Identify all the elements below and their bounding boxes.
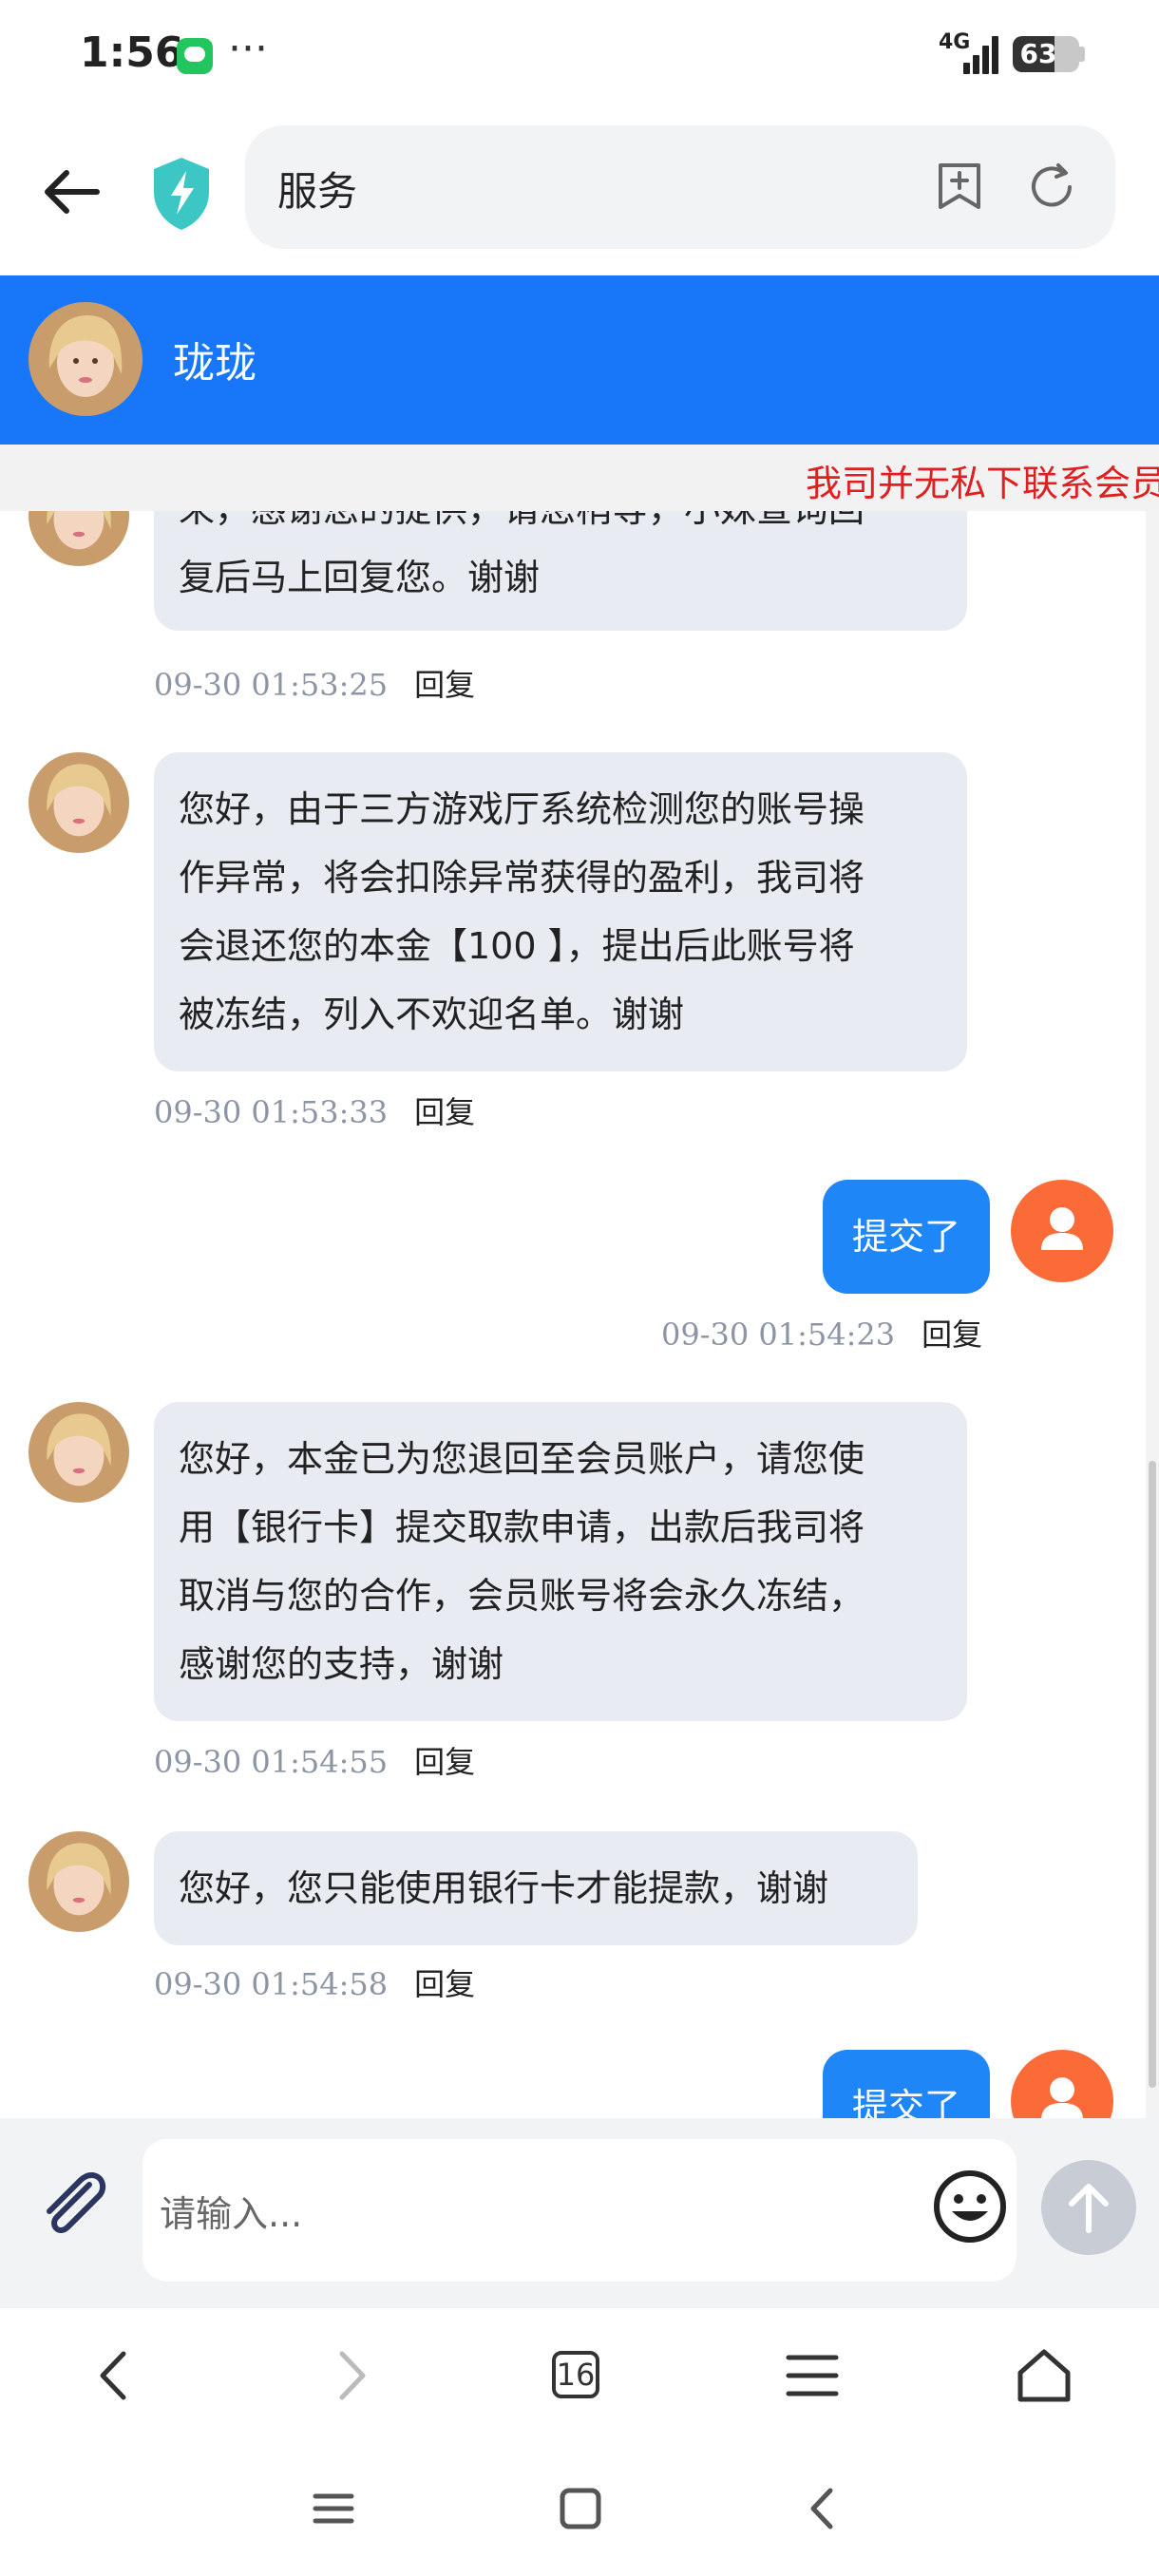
- message-line: 来，感谢您的提供，请您稍等，小妹查询回: [179, 511, 942, 543]
- notice-text: 我司并无私下联系会员: [806, 463, 1159, 504]
- message-line: 感谢您的支持，谢谢: [179, 1643, 504, 1685]
- message-line: 会退还您的本金【100 】，提出后此账号将: [179, 925, 855, 967]
- browser-address-bar: 服务: [0, 114, 1159, 275]
- agent-name: 珑珑: [173, 339, 256, 388]
- message-time: 09-30 01:53:25: [154, 667, 389, 703]
- composer: 请输入...: [0, 2118, 1159, 2308]
- reply-link[interactable]: 回复: [414, 1094, 475, 1130]
- user-message: 提交了: [823, 2050, 990, 2118]
- chevron-right-icon[interactable]: [317, 2342, 384, 2409]
- menu-icon[interactable]: [779, 2342, 846, 2409]
- message-meta: 09-30 01:54:55 回复: [154, 1738, 475, 1782]
- signal-icon: [963, 34, 1001, 74]
- agent-message: 您好，本金已为您退回至会员账户，请您使 用【银行卡】提交取款申请，出款后我司将 …: [154, 1402, 967, 1721]
- message-line: 用【银行卡】提交取款申请，出款后我司将: [179, 1506, 865, 1548]
- send-button[interactable]: [1041, 2160, 1136, 2255]
- message-list[interactable]: 来，感谢您的提供，请您稍等，小妹查询回 复后马上回复您。谢谢 09-30 01:…: [0, 511, 1159, 2118]
- message-line: 复后马上回复您。谢谢: [179, 557, 541, 598]
- tabs-button[interactable]: 16: [551, 2350, 600, 2399]
- user-avatar: [1011, 2050, 1113, 2118]
- message-line: 取消与您的合作，会员账号将会永久冻结，: [179, 1575, 865, 1617]
- message-time: 09-30 01:54:23: [661, 1316, 896, 1353]
- agent-message: 来，感谢您的提供，请您稍等，小妹查询回 复后马上回复您。谢谢: [154, 511, 967, 631]
- agent-avatar: [28, 1831, 129, 1932]
- message-time: 09-30 01:54:55: [154, 1744, 389, 1780]
- url-field[interactable]: 服务: [245, 125, 1115, 249]
- arrow-up-icon: [1069, 2184, 1109, 2233]
- message-meta: 09-30 01:54:58 回复: [154, 1960, 475, 2004]
- system-nav-bar: [0, 2441, 1159, 2576]
- message-line: 被冻结，列入不欢迎名单。谢谢: [179, 994, 685, 1035]
- message-line: 作异常，将会扣除异常获得的盈利，我司将: [179, 857, 865, 899]
- bookmark-add-icon[interactable]: [933, 160, 986, 213]
- notice-bar: 我司并无私下联系会员: [0, 445, 1159, 511]
- message-meta: 09-30 01:53:33 回复: [154, 1089, 475, 1132]
- agent-message: 您好，由于三方游戏厅系统检测您的账号操 作异常，将会扣除异常获得的盈利，我司将 …: [154, 752, 967, 1071]
- status-time: 1:56: [80, 28, 184, 77]
- message-meta: 09-30 01:54:23 回复: [661, 1311, 982, 1354]
- smiley-icon[interactable]: [931, 2168, 1009, 2245]
- status-bar: 1:56 ··· 4G 63: [0, 0, 1159, 114]
- agent-avatar: [28, 302, 142, 416]
- scrollbar-thumb[interactable]: [1149, 1461, 1156, 2088]
- reply-link[interactable]: 回复: [922, 1316, 982, 1353]
- reply-link[interactable]: 回复: [414, 667, 475, 703]
- agent-avatar: [28, 1402, 129, 1503]
- message-time: 09-30 01:54:58: [154, 1966, 389, 2002]
- battery-icon: 63: [1013, 36, 1079, 72]
- message-line: 您好，本金已为您退回至会员账户，请您使: [179, 1438, 865, 1480]
- back-arrow-icon[interactable]: [38, 158, 106, 226]
- agent-avatar: [28, 511, 129, 566]
- scrollbar[interactable]: [1146, 511, 1159, 2118]
- shield-bolt-icon[interactable]: [148, 154, 215, 232]
- battery-tip: [1079, 47, 1085, 62]
- messages-notification-icon: [177, 38, 213, 74]
- user-message: 提交了: [823, 1180, 990, 1294]
- agent-message: 您好，您只能使用银行卡才能提款，谢谢: [154, 1831, 918, 1945]
- tabs-count: 16: [556, 2357, 596, 2393]
- reply-link[interactable]: 回复: [414, 1744, 475, 1780]
- message-input[interactable]: 请输入...: [142, 2139, 1016, 2282]
- chevron-left-icon[interactable]: [82, 2342, 148, 2409]
- message-line: 您好，由于三方游戏厅系统检测您的账号操: [179, 788, 865, 830]
- agent-avatar: [28, 752, 129, 853]
- more-notifications-icon: ···: [228, 25, 268, 73]
- reload-icon[interactable]: [1024, 160, 1079, 215]
- reply-link[interactable]: 回复: [414, 1966, 475, 2002]
- paperclip-icon[interactable]: [32, 2162, 116, 2245]
- url-text: 服务: [277, 168, 358, 215]
- recent-apps-icon[interactable]: [310, 2485, 357, 2532]
- message-line: 您好，您只能使用银行卡才能提款，谢谢: [179, 1867, 829, 1909]
- message-meta: 09-30 01:53:25 回复: [154, 661, 475, 705]
- battery-level: 63: [1019, 38, 1057, 69]
- home-icon[interactable]: [1011, 2342, 1077, 2409]
- browser-nav-bar: 16: [0, 2308, 1159, 2441]
- home-square-icon[interactable]: [557, 2485, 604, 2532]
- system-back-icon[interactable]: [800, 2485, 847, 2532]
- user-avatar: [1011, 1180, 1113, 1282]
- message-input-placeholder: 请输入...: [160, 2193, 303, 2235]
- message-time: 09-30 01:53:33: [154, 1094, 389, 1130]
- chat-header: 珑珑: [0, 275, 1159, 445]
